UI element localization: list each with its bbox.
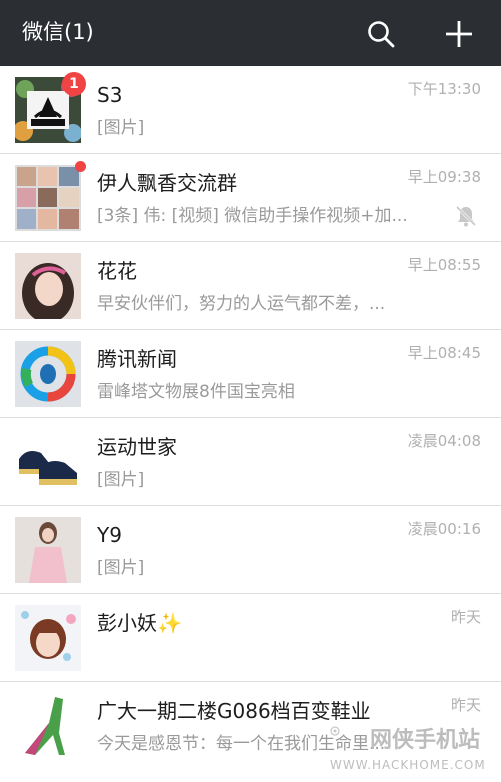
page-title: 微信(1) [22, 20, 94, 44]
chat-time: 凌晨04:08 [407, 432, 481, 450]
group-grid-avatar [15, 165, 81, 231]
chat-name: 彭小妖✨ [97, 611, 182, 635]
unread-dot [75, 161, 86, 172]
chat-name: S3 [97, 83, 123, 107]
chat-row[interactable]: Y9 [图片] 凌晨00:16 [0, 506, 501, 594]
girl-portrait-avatar [15, 605, 81, 671]
fashion-photo-avatar [15, 517, 81, 583]
search-icon[interactable] [366, 19, 396, 49]
top-bar: 微信(1) [0, 0, 501, 66]
sneakers-avatar [15, 429, 81, 495]
high-heel-avatar [15, 693, 81, 759]
chat-preview: 早安伙伴们，努力的人运气都不差，... [97, 294, 386, 314]
watermark-logo-icon [330, 726, 340, 736]
chat-time: 下午13:30 [407, 80, 481, 98]
plus-icon[interactable] [444, 19, 474, 49]
chat-time: 早上08:45 [407, 344, 481, 362]
chat-time: 昨天 [450, 696, 481, 714]
chat-time: 凌晨00:16 [407, 520, 481, 538]
unread-count-badge: 1 [62, 72, 86, 96]
watermark-url: WWW.HACKHOME.COM [330, 758, 486, 772]
chat-preview: [图片] [97, 558, 145, 578]
chat-name: 腾讯新闻 [97, 347, 177, 371]
chat-time: 昨天 [450, 608, 481, 626]
chat-preview: [图片] [97, 470, 145, 490]
chat-row[interactable]: 彭小妖✨ 昨天 [0, 594, 501, 682]
girl-photo-avatar [15, 253, 81, 319]
chat-preview: [3条] 伟: [视频] 微信助手操作视频+加... [97, 206, 408, 226]
chat-preview: 雷峰塔文物展8件国宝亮相 [97, 382, 295, 402]
chat-name: 伊人飘香交流群 [97, 171, 237, 195]
chat-row[interactable]: 伊人飘香交流群 [3条] 伟: [视频] 微信助手操作视频+加... 早上09:… [0, 154, 501, 242]
chat-row[interactable]: 花花 早安伙伴们，努力的人运气都不差，... 早上08:55 [0, 242, 501, 330]
chat-name: 花花 [97, 259, 137, 283]
chat-row[interactable]: 1 S3 [图片] 下午13:30 [0, 66, 501, 154]
chat-name: 运动世家 [97, 435, 177, 459]
tencent-news-logo [15, 341, 81, 407]
chat-row[interactable]: 运动世家 [图片] 凌晨04:08 [0, 418, 501, 506]
chat-preview: [图片] [97, 118, 145, 138]
chat-time: 早上09:38 [407, 168, 481, 186]
mute-bell-icon [455, 205, 477, 227]
chat-name: Y9 [97, 523, 122, 547]
chat-row[interactable]: 腾讯新闻 雷峰塔文物展8件国宝亮相 早上08:45 [0, 330, 501, 418]
watermark-text: 网侠手机站 [370, 728, 481, 753]
chat-time: 早上08:55 [407, 256, 481, 274]
